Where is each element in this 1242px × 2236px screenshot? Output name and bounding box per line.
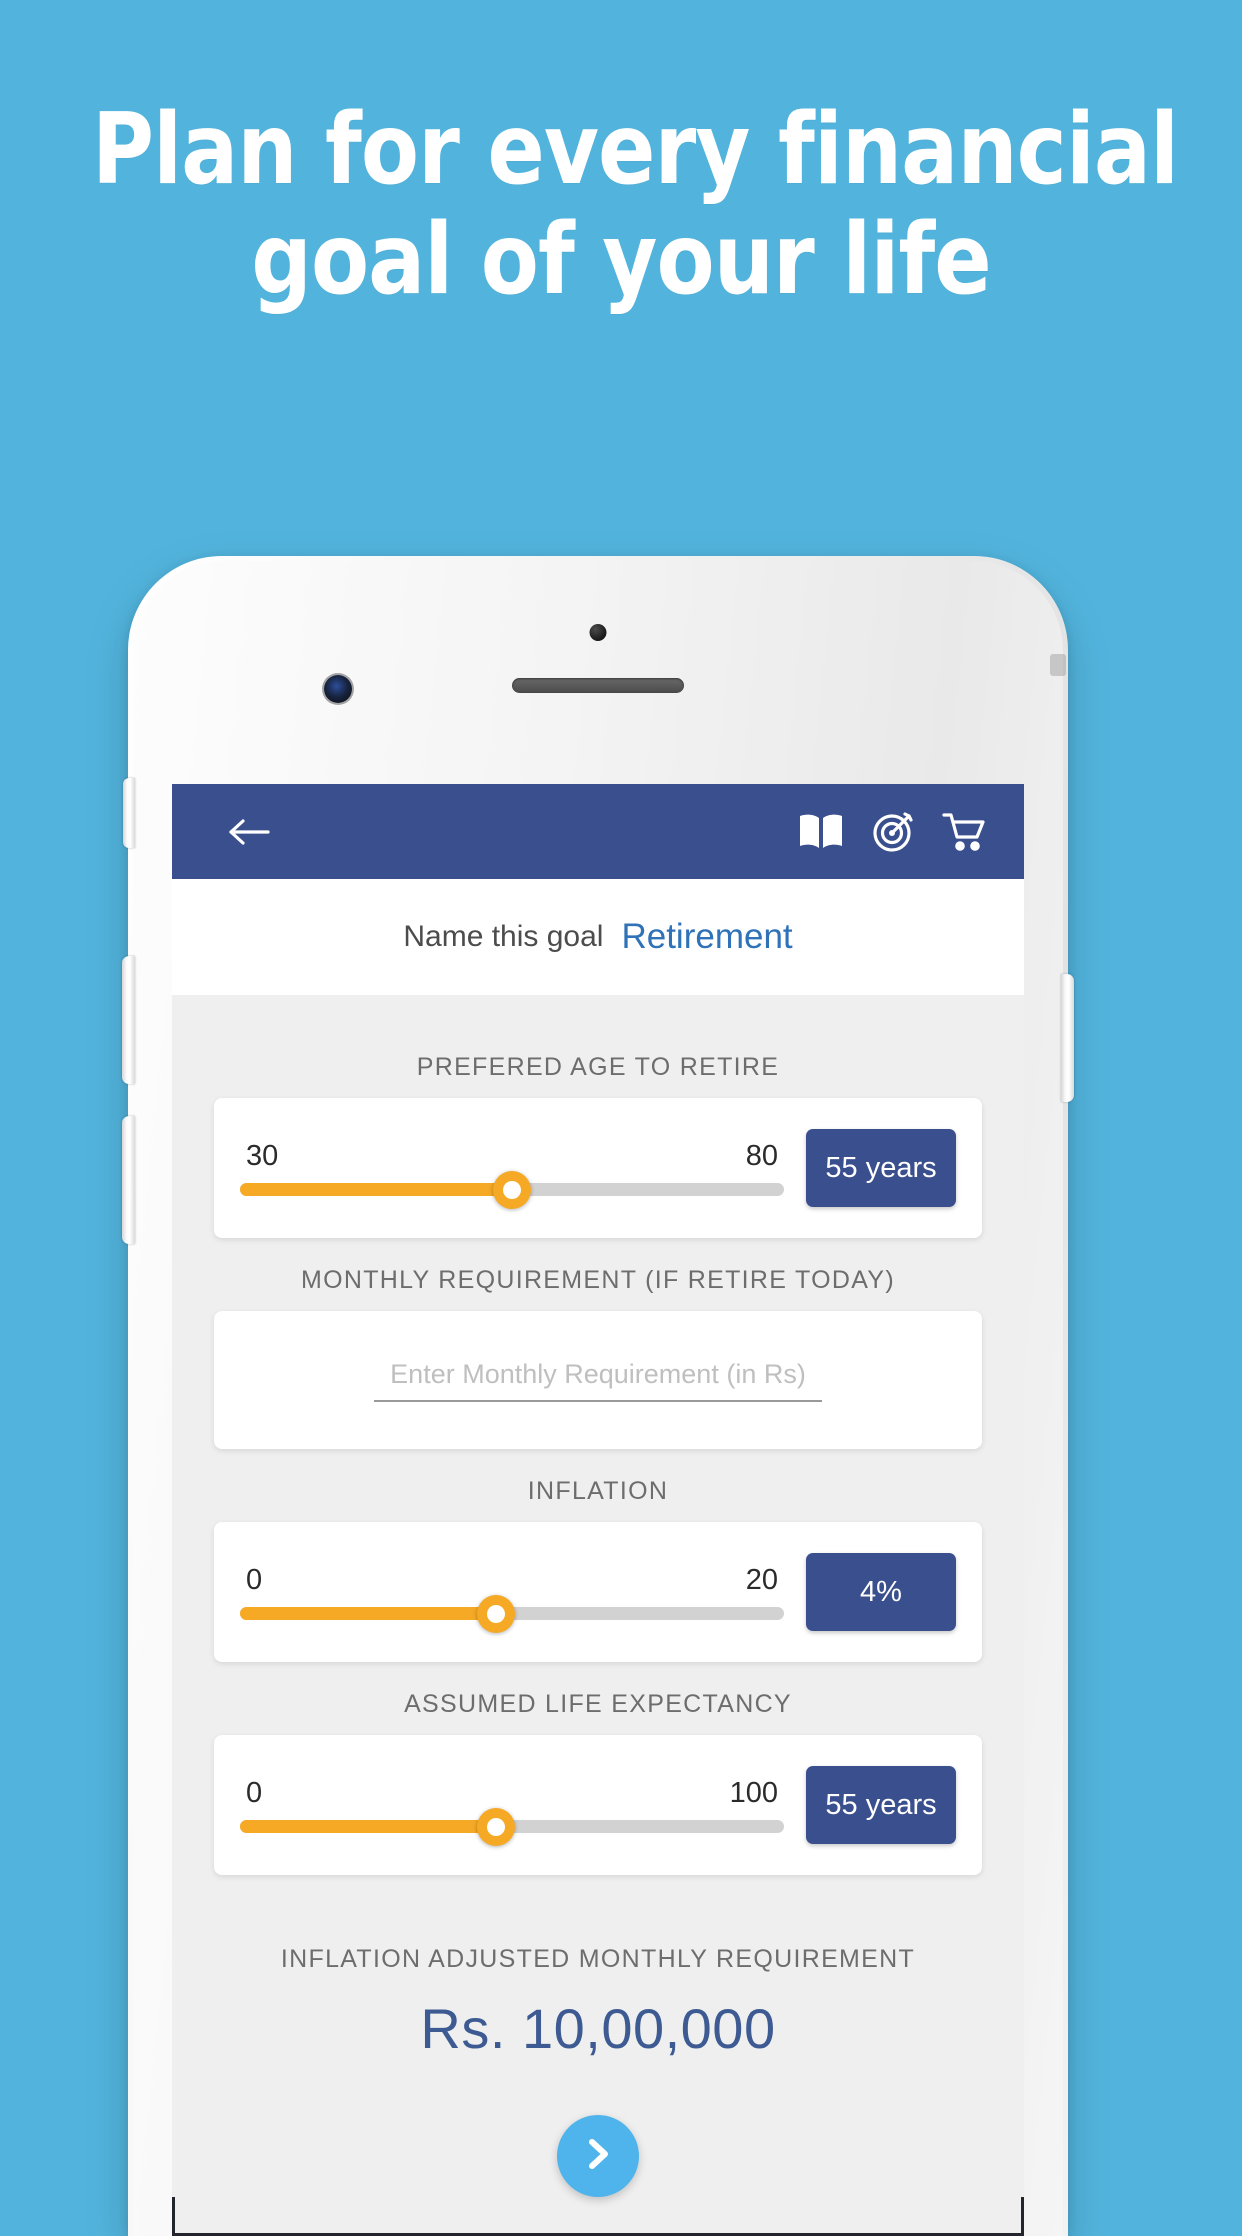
slider-inflation[interactable]: 0 20 [240, 1564, 806, 1633]
slider-range-labels-life-expectancy: 0 100 [240, 1777, 784, 1820]
next-button-row [172, 2115, 1024, 2197]
proximity-sensor-icon [589, 624, 607, 641]
slider-thumb-life-expectancy[interactable] [476, 1807, 515, 1846]
volume-down-button[interactable] [122, 1116, 135, 1244]
slider-track-life-expectancy[interactable] [240, 1807, 784, 1846]
slider-min-label: 0 [246, 1564, 263, 1596]
slider-range-labels-inflation: 0 20 [240, 1564, 784, 1607]
slider-value-badge-inflation: 4% [806, 1553, 956, 1631]
input-card-monthly-requirement[interactable] [214, 1311, 982, 1449]
earpiece-speaker-icon [512, 678, 684, 693]
target-icon [871, 810, 915, 854]
section-title-inflation: INFLATION [527, 1477, 669, 1505]
back-button[interactable] [220, 803, 278, 861]
result-block: INFLATION ADJUSTED MONTHLY REQUIREMENT R… [172, 1945, 1024, 2061]
arrow-left-icon [227, 815, 271, 849]
slider-card-retire-age[interactable]: 30 80 55 years [214, 1098, 982, 1238]
slider-fill-inflation [240, 1607, 496, 1620]
slider-value-badge-life-expectancy: 55 years [806, 1766, 956, 1844]
mute-switch-button[interactable] [123, 778, 135, 848]
form-body: PREFERED AGE TO RETIRE 30 80 55 years MO… [172, 995, 1024, 2197]
section-title-life-expectancy: ASSUMED LIFE EXPECTANCY [404, 1690, 792, 1718]
chevron-right-icon [581, 2137, 615, 2176]
phone-mockup: Name this goal Retirement PREFERED AGE T… [122, 556, 1074, 2236]
slider-min-label: 30 [246, 1140, 279, 1172]
book-icon [798, 812, 844, 852]
next-button[interactable] [557, 2115, 639, 2197]
book-button[interactable] [792, 803, 850, 861]
monthly-requirement-input[interactable] [374, 1358, 822, 1402]
page-title-line-1: Plan for every financial [92, 93, 1179, 207]
slider-track-inflation[interactable] [240, 1594, 784, 1633]
slider-fill-life-expectancy [240, 1820, 496, 1833]
slider-card-inflation[interactable]: 0 20 4% [214, 1522, 982, 1662]
goals-button[interactable] [864, 803, 922, 861]
slider-thumb-inflation[interactable] [476, 1594, 515, 1633]
antenna-band [1050, 654, 1066, 676]
slider-card-life-expectancy[interactable]: 0 100 55 years [214, 1735, 982, 1875]
front-camera-icon [324, 675, 352, 703]
slider-min-label: 0 [246, 1777, 263, 1809]
cart-icon [942, 811, 988, 853]
cart-button[interactable] [936, 803, 994, 861]
slider-max-label: 20 [745, 1564, 778, 1596]
phone-screen: Name this goal Retirement PREFERED AGE T… [172, 784, 1024, 2236]
goal-name-row[interactable]: Name this goal Retirement [172, 879, 1024, 995]
result-value: Rs. 10,00,000 [420, 1997, 776, 2060]
slider-life-expectancy[interactable]: 0 100 [240, 1777, 806, 1846]
slider-retire-age[interactable]: 30 80 [240, 1140, 806, 1209]
slider-thumb-retire-age[interactable] [493, 1170, 531, 1209]
volume-up-button[interactable] [122, 956, 135, 1084]
result-label: INFLATION ADJUSTED MONTHLY REQUIREMENT [280, 1945, 916, 1973]
slider-fill-retire-age [240, 1183, 512, 1196]
section-title-retire-age: PREFERED AGE TO RETIRE [416, 1053, 780, 1081]
goal-name-label: Name this goal [403, 920, 604, 953]
slider-max-label: 100 [729, 1777, 778, 1809]
goal-name-value[interactable]: Retirement [621, 917, 792, 957]
section-title-monthly-requirement: MONTHLY REQUIREMENT (IF RETIRE TODAY) [301, 1266, 895, 1294]
slider-track-retire-age[interactable] [240, 1170, 784, 1209]
slider-max-label: 80 [745, 1140, 778, 1172]
page-title: Plan for every financial goal of your li… [0, 93, 1242, 317]
app-bar [172, 784, 1024, 879]
power-button[interactable] [1061, 974, 1074, 1102]
slider-value-badge-retire-age: 55 years [806, 1129, 956, 1207]
page-title-line-2: goal of your life [251, 202, 991, 317]
